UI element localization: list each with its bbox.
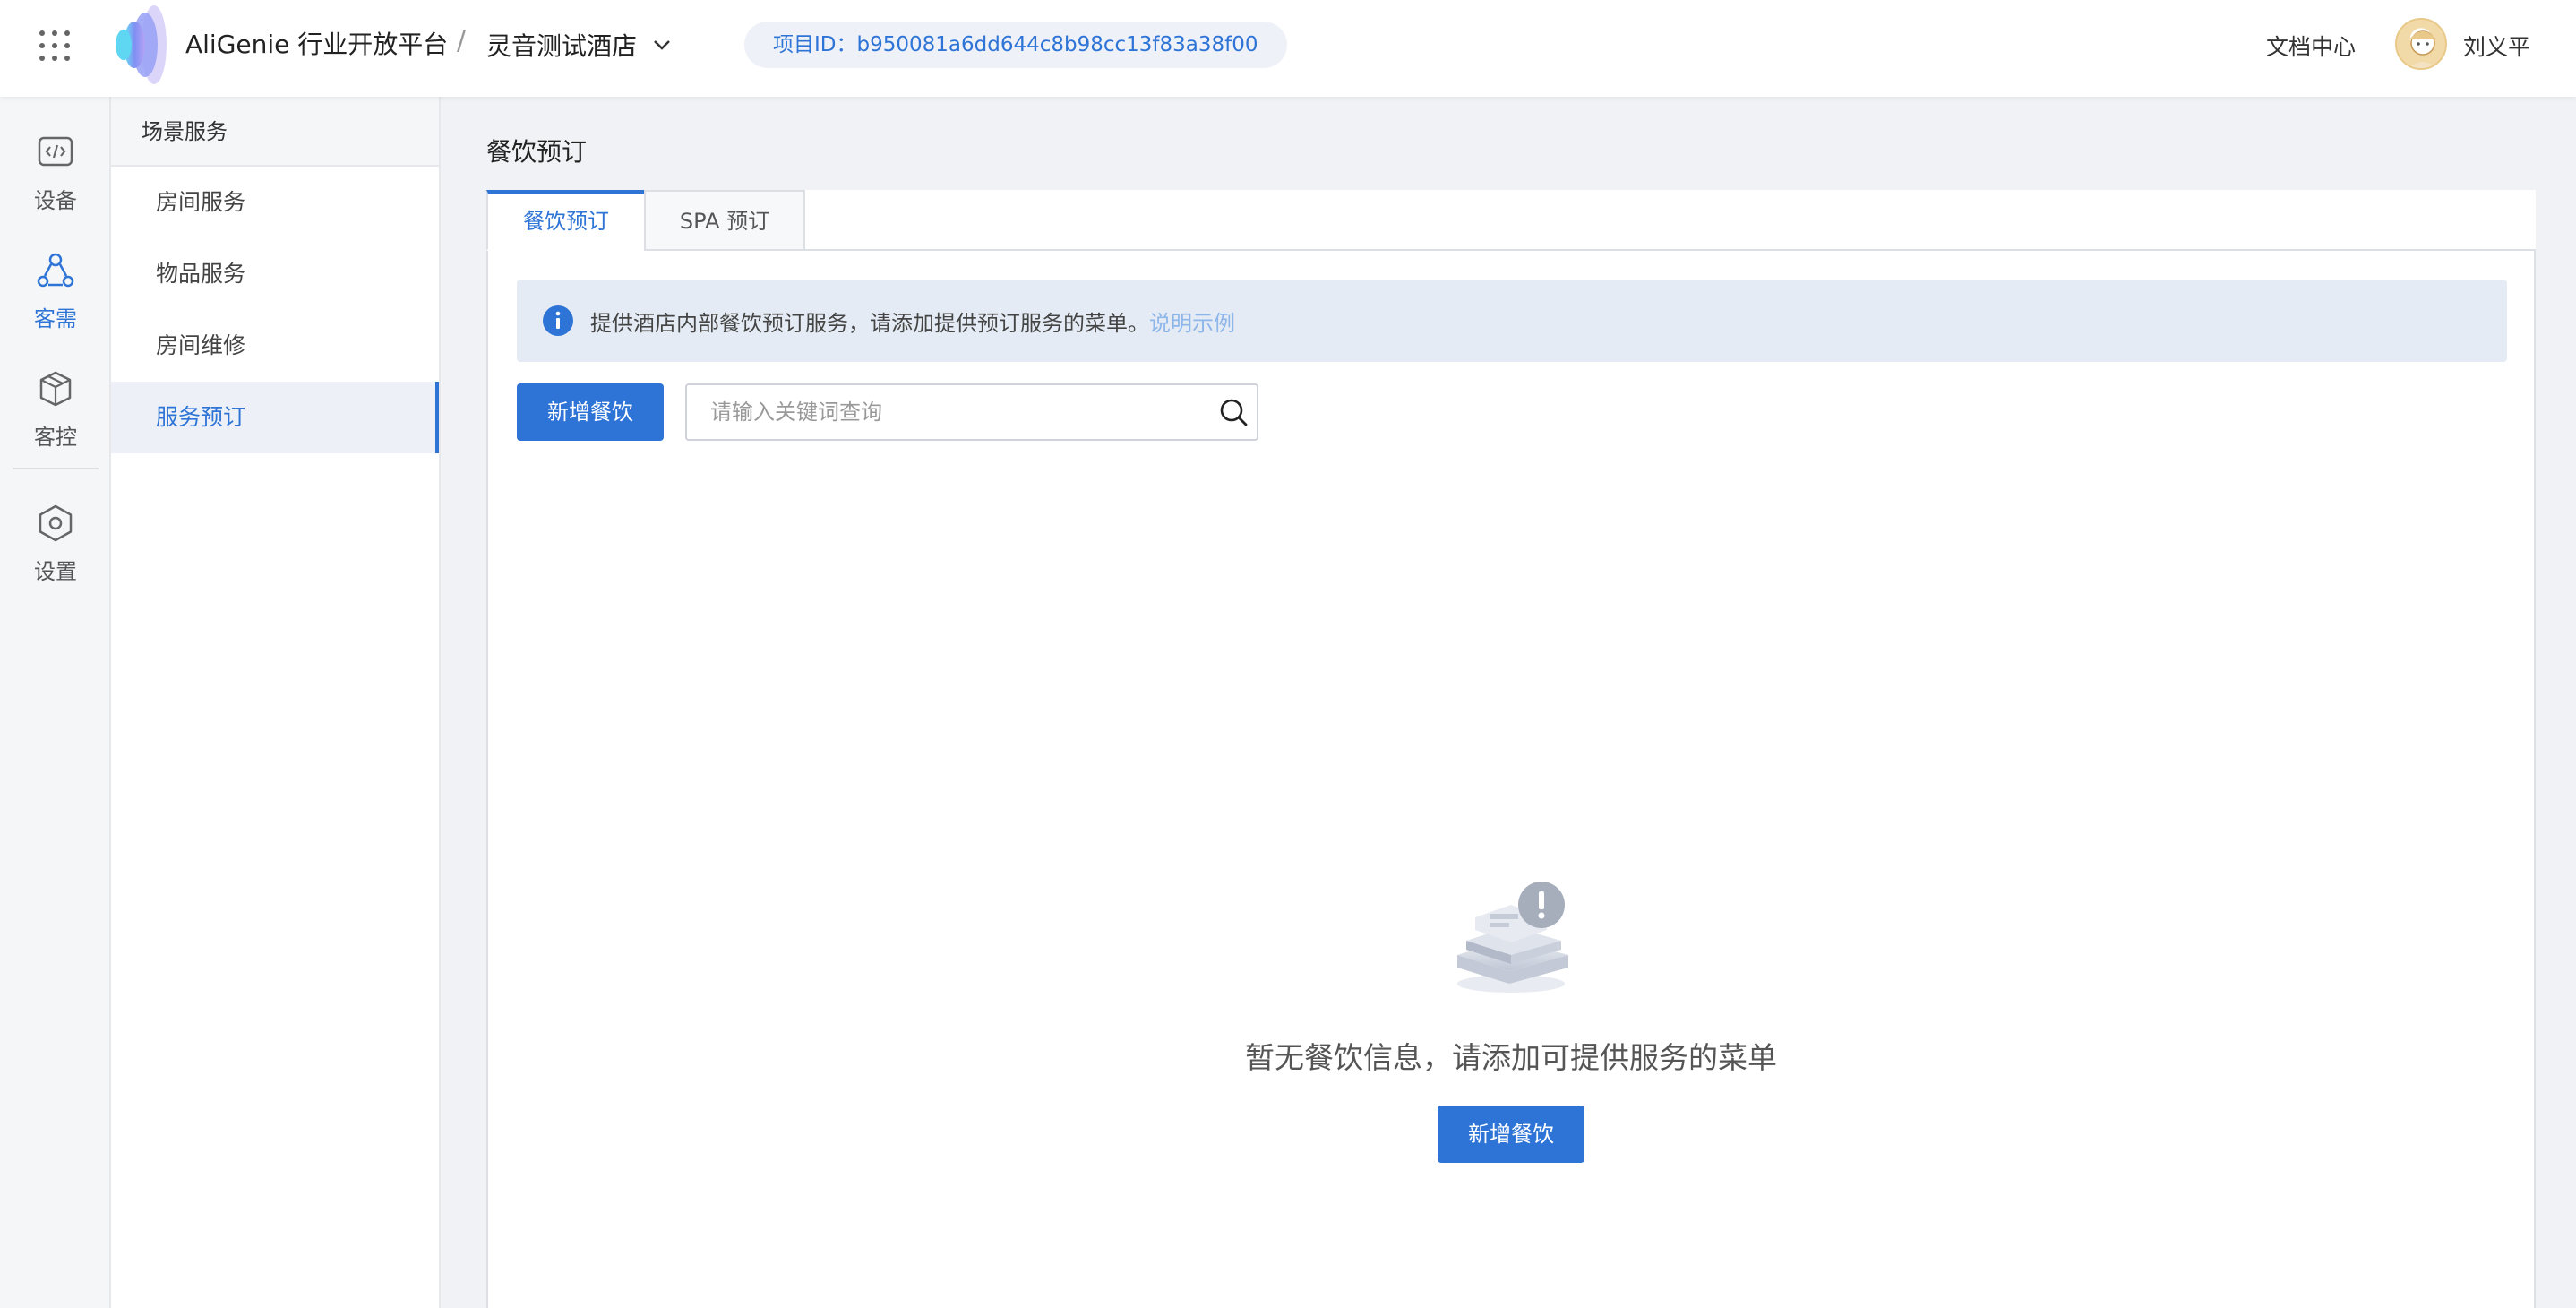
page-title: 餐饮预订 — [486, 137, 588, 167]
notice-text: 提供酒店内部餐饮预订服务，请添加提供预订服务的菜单。 — [590, 311, 1149, 336]
subnav-item-room-service[interactable]: 房间服务 — [111, 167, 439, 238]
empty-state-text: 暂无餐饮信息，请添加可提供服务的菜单 — [1245, 1040, 1777, 1075]
project-selector[interactable]: 灵音测试酒店 — [486, 27, 671, 63]
search-icon[interactable] — [1217, 396, 1249, 428]
rail-item-label: 设置 — [34, 559, 77, 584]
info-notice: 提供酒店内部餐饮预订服务，请添加提供预订服务的菜单。说明示例 — [517, 280, 2507, 362]
subnav-item-service-booking[interactable]: 服务预订 — [111, 382, 439, 453]
notice-example-link[interactable]: 说明示例 — [1149, 311, 1235, 336]
docs-center-link[interactable]: 文档中心 — [2266, 30, 2356, 62]
breadcrumb-separator: / — [457, 25, 467, 56]
top-bar: AliGenie 行业开放平台 / 灵音测试酒店 项目ID：b950081a6d… — [0, 0, 2576, 97]
brand-title: AliGenie 行业开放平台 — [185, 30, 449, 59]
add-dining-button[interactable]: 新增餐饮 — [517, 383, 664, 441]
rail-divider — [13, 468, 99, 469]
cube-control-icon — [39, 371, 72, 407]
avatar[interactable] — [2395, 18, 2447, 70]
hex-settings-icon — [39, 504, 73, 542]
rail-item-label: 客控 — [34, 425, 77, 450]
code-device-icon — [38, 136, 73, 167]
search-box — [685, 383, 1258, 441]
rail-item-device[interactable]: 设备 — [0, 133, 111, 214]
search-input[interactable] — [687, 385, 1189, 439]
user-name[interactable]: 刘义平 — [2463, 30, 2530, 62]
rail-item-settings[interactable]: 设置 — [0, 503, 111, 585]
guest-needs-icon — [37, 253, 74, 288]
rail-item-label: 设备 — [34, 188, 77, 213]
project-name: 灵音测试酒店 — [486, 31, 638, 61]
left-rail: 设备 客需 客控 设置 — [0, 97, 111, 1308]
subnav-item-room-repair[interactable]: 房间维修 — [111, 310, 439, 382]
content-panel: 提供酒店内部餐饮预订服务，请添加提供预订服务的菜单。说明示例 新增餐饮 暂无餐饮… — [486, 251, 2536, 1308]
tab-dining-booking[interactable]: 餐饮预订 — [486, 190, 646, 251]
notice-text-wrap: 提供酒店内部餐饮预订服务，请添加提供预订服务的菜单。说明示例 — [590, 305, 1235, 337]
tab-bar: 餐饮预订 SPA 预订 — [486, 190, 2536, 251]
rail-item-room-control[interactable]: 客控 — [0, 369, 111, 451]
rail-item-label: 客需 — [34, 306, 77, 331]
project-id-badge: 项目ID：b950081a6dd644c8b98cc13f83a38f00 — [744, 22, 1287, 68]
rail-item-guest-needs[interactable]: 客需 — [0, 251, 111, 332]
apps-grid-icon[interactable] — [39, 30, 70, 61]
aligenie-logo-icon — [116, 5, 167, 84]
empty-add-dining-button[interactable]: 新增餐饮 — [1438, 1106, 1584, 1163]
tab-spa-booking[interactable]: SPA 预订 — [644, 190, 805, 251]
avatar-face-icon — [2409, 30, 2437, 68]
info-icon — [543, 305, 573, 336]
empty-box-icon — [1457, 882, 1568, 993]
chevron-down-icon — [654, 40, 670, 50]
secondary-nav: 场景服务 房间服务 物品服务 房间维修 服务预订 — [111, 97, 441, 1308]
subnav-heading: 场景服务 — [111, 97, 439, 167]
subnav-item-goods-service[interactable]: 物品服务 — [111, 238, 439, 310]
